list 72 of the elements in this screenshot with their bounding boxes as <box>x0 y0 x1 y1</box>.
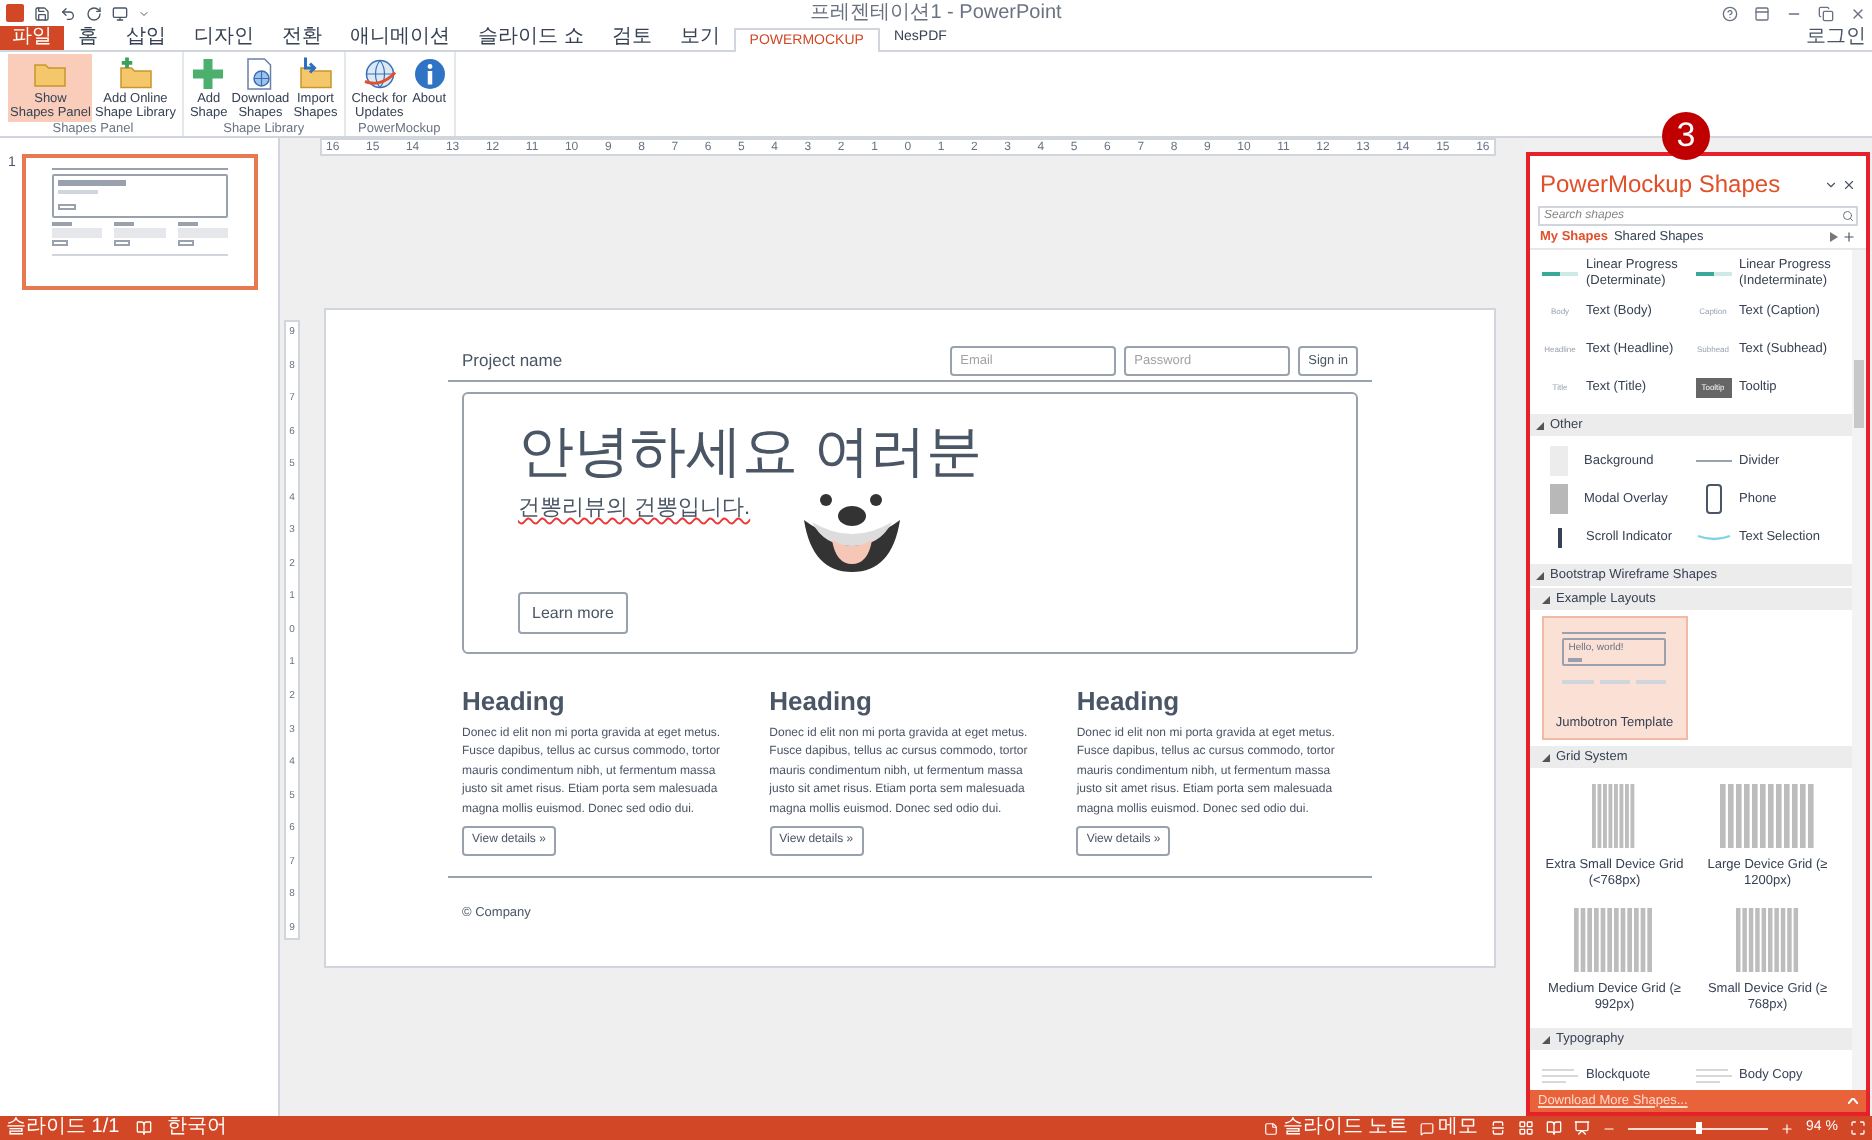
folder-plus-icon <box>117 56 154 92</box>
window-title: 프레젠테이션1 - PowerPoint <box>810 1 1062 25</box>
zoom-thumb[interactable] <box>1695 1122 1702 1134</box>
grid-columns-icon <box>1592 784 1637 848</box>
dog-face-icon <box>800 488 905 572</box>
zoom-in-icon[interactable] <box>1780 1121 1795 1135</box>
grid-columns-icon <box>1735 908 1800 972</box>
jumbotron-title: 안녕하세요 여러분 <box>518 418 982 486</box>
slideshow-icon[interactable] <box>112 5 128 21</box>
ribbon-tab[interactable]: 홈 <box>64 26 112 50</box>
grid-columns-icon <box>1719 784 1816 848</box>
jumbotron-subtitle: 건뽕리뷰의 건뽕입니다. <box>518 494 751 524</box>
slide-counter: 슬라이드 1/1 <box>6 1116 120 1140</box>
restore-icon[interactable] <box>1818 5 1834 21</box>
comments-icon <box>1420 1121 1435 1135</box>
spellcheck-icon[interactable] <box>135 1120 152 1136</box>
scroll-right-icon[interactable] <box>1830 232 1838 242</box>
sign-in-link[interactable]: 로그인 <box>1806 26 1872 50</box>
ribbon-tab[interactable]: 보기 <box>665 26 734 50</box>
normal-view-icon[interactable] <box>1490 1120 1507 1136</box>
progress-bar-icon <box>1695 269 1731 277</box>
save-icon[interactable] <box>34 5 50 21</box>
notes-icon <box>1264 1121 1279 1135</box>
dropdown-icon[interactable] <box>1824 177 1838 191</box>
undo-icon[interactable] <box>60 5 76 21</box>
ribbon-tab[interactable]: 디자인 <box>180 26 268 50</box>
ribbon-display-icon[interactable] <box>1754 5 1770 21</box>
file-tab[interactable]: 파일 <box>0 26 64 50</box>
plus-icon <box>190 56 227 92</box>
ribbon-tab[interactable]: 슬라이드 쇼 <box>464 26 598 50</box>
progress-bar-icon <box>1542 269 1578 277</box>
column-heading: Heading <box>1076 684 1180 720</box>
column-heading: Heading <box>769 684 872 720</box>
ribbon-tab[interactable]: 삽입 <box>112 26 180 50</box>
text-lines-icon <box>1542 1067 1578 1083</box>
close-icon[interactable] <box>1842 177 1856 191</box>
slideshow-icon[interactable] <box>1574 1120 1591 1136</box>
slide-thumbnail-drawing[interactable] <box>21 154 258 290</box>
customize-icon[interactable] <box>138 7 150 19</box>
modal-overlay-swatch <box>1550 484 1568 514</box>
scroll-indicator-icon <box>1558 527 1562 547</box>
phone-icon <box>1705 484 1721 514</box>
text-lines-icon <box>1695 1067 1731 1083</box>
info-icon <box>411 56 448 92</box>
collapse-icon[interactable] <box>1848 1098 1858 1104</box>
brand-name: Project name <box>462 348 563 374</box>
learn-more-button[interactable]: Learn more <box>518 592 628 634</box>
slide-sorter-icon[interactable] <box>1518 1120 1535 1136</box>
fit-to-window-icon[interactable] <box>1850 1120 1866 1136</box>
app-logo-icon <box>6 4 24 22</box>
search-icon <box>1842 210 1854 222</box>
redo-icon[interactable] <box>86 5 102 21</box>
help-icon[interactable] <box>1722 5 1738 21</box>
divider-sample <box>1695 460 1731 462</box>
zoom-slider[interactable] <box>1628 1122 1769 1134</box>
globe-arrow-icon <box>361 56 398 92</box>
ribbon-tab[interactable]: 검토 <box>597 26 666 50</box>
grid-columns-icon <box>1574 908 1655 972</box>
column-heading: Heading <box>462 684 565 720</box>
notes-button[interactable]: 슬라이드 노트 <box>1264 1116 1409 1140</box>
scrollbar[interactable] <box>1852 250 1866 1090</box>
close-icon[interactable] <box>1850 5 1866 21</box>
ribbon-tab[interactable]: 애니메이션 <box>336 26 464 50</box>
folder-arrow-icon <box>297 56 334 92</box>
ribbon-tab[interactable]: 전환 <box>268 26 336 50</box>
step-badge: 3 <box>1662 112 1710 160</box>
comments-button[interactable]: 메모 <box>1420 1116 1479 1140</box>
reading-view-icon[interactable] <box>1546 1120 1563 1136</box>
panel-title: PowerMockup Shapes <box>1540 168 1781 202</box>
text-selection-icon <box>1695 533 1731 541</box>
add-icon[interactable] <box>1842 230 1856 244</box>
language-label: 한국어 <box>167 1116 228 1140</box>
